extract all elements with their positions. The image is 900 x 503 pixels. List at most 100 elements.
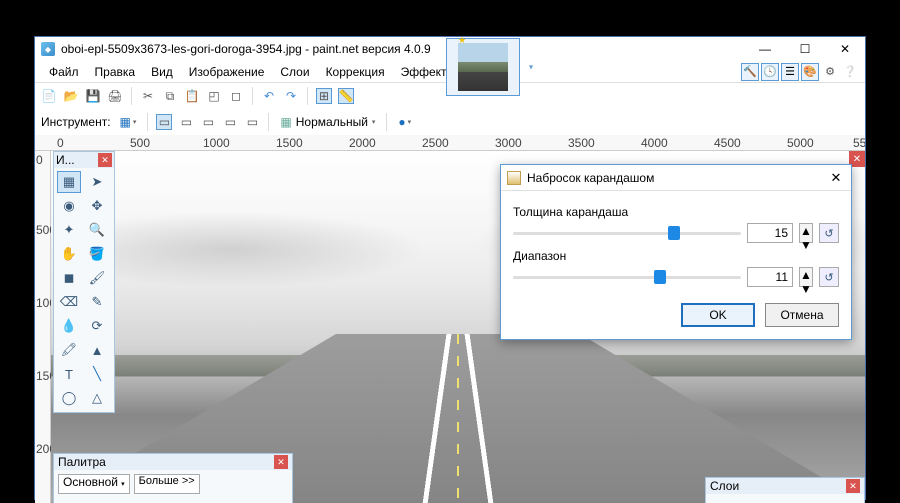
dialog-title: Набросок карандашом: [527, 171, 827, 185]
tool-brush[interactable]: 🖌: [85, 267, 109, 289]
thickness-input[interactable]: [747, 223, 793, 243]
app-icon: ◆: [41, 42, 55, 56]
select-mode-add-icon[interactable]: ▭: [178, 114, 194, 130]
palette-mode-select[interactable]: Основной ▾: [58, 474, 130, 494]
tool-recolor[interactable]: 🖍: [57, 339, 81, 361]
thickness-label: Толщина карандаша: [513, 205, 839, 219]
menu-edit[interactable]: Правка: [87, 63, 144, 81]
separator: [252, 87, 253, 105]
select-mode-replace-icon[interactable]: ▭: [156, 114, 172, 130]
menu-image[interactable]: Изображение: [181, 63, 273, 81]
save-icon[interactable]: 💾: [85, 88, 101, 104]
blend-mode-label: Нормальный: [296, 115, 368, 129]
range-label: Диапазон: [513, 249, 839, 263]
minimize-button[interactable]: —: [745, 37, 785, 61]
ok-button[interactable]: OK: [681, 303, 755, 327]
menu-view[interactable]: Вид: [143, 63, 181, 81]
clock-icon[interactable]: 🕓: [761, 63, 779, 81]
range-input[interactable]: [747, 267, 793, 287]
crop-icon[interactable]: ◰: [206, 88, 222, 104]
deselect-icon[interactable]: ◻: [228, 88, 244, 104]
thickness-spinner[interactable]: ▲▼: [799, 223, 813, 243]
tool-text[interactable]: T: [57, 363, 81, 385]
menu-file[interactable]: Файл: [41, 63, 87, 81]
select-mode-intersect-icon[interactable]: ▭: [222, 114, 238, 130]
stack-icon[interactable]: ☰: [781, 63, 799, 81]
ruler-vertical: 0 500 1000 1500 2000: [35, 151, 51, 503]
palette-panel-close-icon[interactable]: ✕: [274, 455, 288, 469]
layers-panel-close-icon[interactable]: ✕: [846, 479, 860, 493]
layers-panel: Слои ✕: [705, 477, 865, 503]
flood-mode-picker[interactable]: ▦Нормальный▾: [277, 114, 378, 130]
help-icon[interactable]: ❔: [841, 63, 859, 81]
ruler-horizontal: 0 500 1000 1500 2000 2500 3000 3500 4000…: [35, 135, 865, 151]
tool-label: Инструмент:: [41, 115, 111, 129]
palette-icon[interactable]: 🎨: [801, 63, 819, 81]
cancel-button[interactable]: Отмена: [765, 303, 839, 327]
select-mode-invert-icon[interactable]: ▭: [244, 114, 260, 130]
open-icon[interactable]: 📂: [63, 88, 79, 104]
redo-icon[interactable]: ↷: [283, 88, 299, 104]
tool-rect-select[interactable]: ▦: [57, 171, 81, 193]
tools-panel-close-icon[interactable]: ✕: [98, 153, 112, 167]
tool-more[interactable]: △: [85, 387, 109, 409]
dialog-icon: [507, 171, 521, 185]
paste-icon[interactable]: 📋: [184, 88, 200, 104]
undo-icon[interactable]: ↶: [261, 88, 277, 104]
separator: [268, 113, 269, 131]
document-thumbnail[interactable]: ▾: [446, 38, 520, 96]
select-mode-sub-icon[interactable]: ▭: [200, 114, 216, 130]
range-slider-thumb[interactable]: [654, 270, 666, 284]
copy-icon[interactable]: ⧉: [162, 88, 178, 104]
tool-pencil[interactable]: ✎: [85, 291, 109, 313]
pencil-sketch-dialog: Набросок карандашом ✕ Толщина карандаша …: [500, 164, 852, 340]
tool-shapes[interactable]: ◯: [57, 387, 81, 409]
tool-gradient[interactable]: ◼: [57, 267, 81, 289]
tool-zoom[interactable]: 🔍: [85, 219, 109, 241]
maximize-button[interactable]: ☐: [785, 37, 825, 61]
range-slider[interactable]: [513, 267, 741, 287]
layers-panel-title: Слои: [710, 479, 739, 493]
tool-lasso[interactable]: ◉: [57, 195, 81, 217]
ruler-icon[interactable]: 📏: [338, 88, 354, 104]
palette-panel: Палитра ✕ Основной ▾ Больше >>: [53, 453, 293, 503]
tool-fill[interactable]: 🪣: [85, 243, 109, 265]
tool-clone[interactable]: ⟳: [85, 315, 109, 337]
separator: [386, 113, 387, 131]
tool-line[interactable]: ╲: [85, 363, 109, 385]
tools-panel: И...✕ ▦ ➤ ◉ ✥ ✦ 🔍 ✋ 🪣 ◼ 🖌 ⌫ ✎ 💧 ⟳ 🖍 ▲ T …: [53, 151, 115, 413]
tool-move[interactable]: ➤: [85, 171, 109, 193]
grid-icon[interactable]: ⊞: [316, 88, 332, 104]
range-spinner[interactable]: ▲▼: [799, 267, 813, 287]
cut-icon[interactable]: ✂: [140, 88, 156, 104]
thumbnail-image: [458, 43, 508, 91]
fill-style-picker[interactable]: ●▾: [395, 114, 414, 130]
tool-magic-wand[interactable]: ✦: [57, 219, 81, 241]
print-icon[interactable]: 🖨: [107, 88, 123, 104]
tools-panel-title: И...: [56, 153, 75, 167]
hammer-icon[interactable]: 🔨: [741, 63, 759, 81]
tool-move-selection[interactable]: ✥: [85, 195, 109, 217]
palette-more-button[interactable]: Больше >>: [134, 474, 200, 494]
palette-panel-title: Палитра: [58, 455, 106, 469]
close-button[interactable]: ✕: [825, 37, 865, 61]
tool-stamp[interactable]: ▲: [85, 339, 109, 361]
tool-pan[interactable]: ✋: [57, 243, 81, 265]
dialog-close-icon[interactable]: ✕: [827, 169, 845, 187]
gear-icon[interactable]: ⚙: [821, 63, 839, 81]
thickness-slider-thumb[interactable]: [668, 226, 680, 240]
thickness-slider[interactable]: [513, 223, 741, 243]
separator: [131, 87, 132, 105]
menu-adjust[interactable]: Коррекция: [318, 63, 393, 81]
tool-eraser[interactable]: ⌫: [57, 291, 81, 313]
thickness-reset-icon[interactable]: ↺: [819, 223, 839, 243]
menu-layers[interactable]: Слои: [272, 63, 317, 81]
current-tool-picker[interactable]: ▦▾: [117, 114, 140, 130]
thumbnail-dropdown-icon[interactable]: ▾: [529, 63, 533, 72]
new-icon[interactable]: 📄: [41, 88, 57, 104]
separator: [147, 113, 148, 131]
window-title: oboi-epl-5509x3673-les-gori-doroga-3954.…: [61, 42, 745, 56]
tool-picker[interactable]: 💧: [57, 315, 81, 337]
range-reset-icon[interactable]: ↺: [819, 267, 839, 287]
separator: [307, 87, 308, 105]
